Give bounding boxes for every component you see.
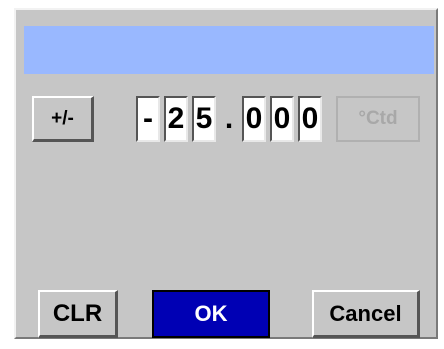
ok-button[interactable]: OK: [152, 290, 270, 338]
sign-toggle-button[interactable]: +/-: [32, 96, 94, 142]
digit-field-hundredths[interactable]: 0: [270, 96, 294, 142]
clear-button[interactable]: CLR: [38, 290, 118, 338]
digit-field-thousandths[interactable]: 0: [298, 96, 322, 142]
value-digit-fields: - 2 5 . 0 0 0: [136, 96, 322, 142]
digit-field-tenths[interactable]: 0: [242, 96, 266, 142]
digit-field-sign[interactable]: -: [136, 96, 160, 142]
dialog-title-bar: [24, 26, 434, 74]
digit-field-tens[interactable]: 2: [164, 96, 188, 142]
cancel-button[interactable]: Cancel: [312, 290, 420, 338]
digit-field-ones[interactable]: 5: [192, 96, 216, 142]
unit-button: °Ctd: [336, 96, 420, 142]
value-entry-dialog: +/- - 2 5 . 0 0 0 °Ctd CLR OK Cancel: [14, 8, 438, 339]
decimal-point: .: [224, 102, 234, 135]
